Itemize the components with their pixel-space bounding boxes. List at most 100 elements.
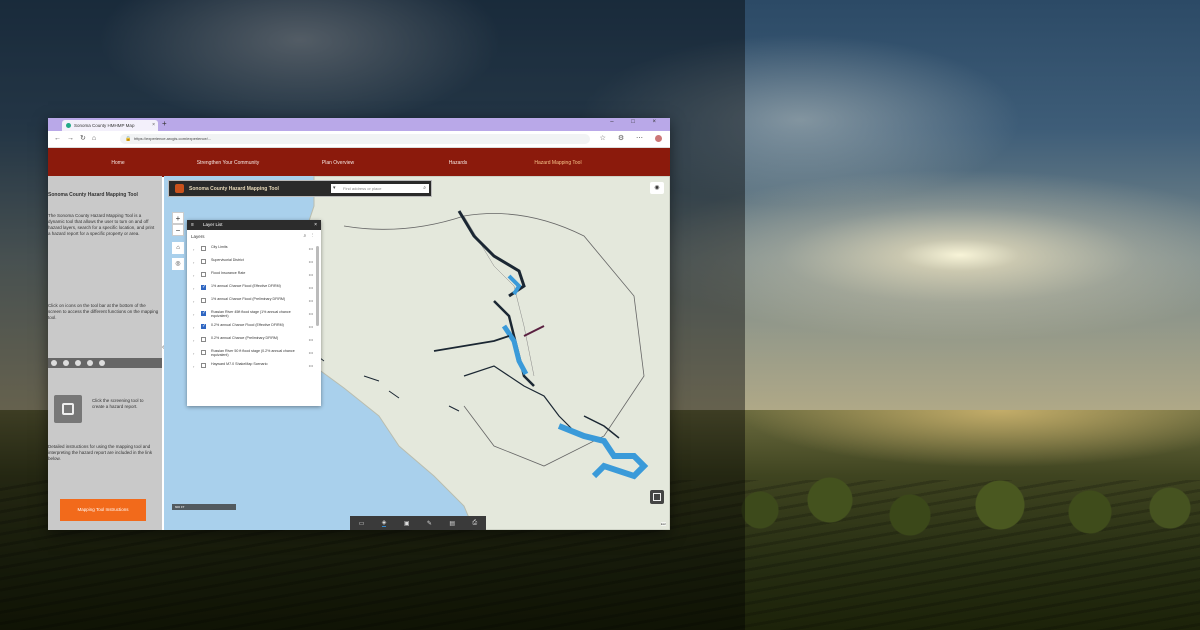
layer-checkbox[interactable] [201,323,206,329]
layer-name: 1% annual Chance Flood (Preliminary DFIR… [211,297,286,301]
window-controls[interactable]: – □ × [610,119,664,125]
nav-buttons[interactable]: ←→↻⌂ [54,134,102,142]
layer-options-icon[interactable]: ••• [309,285,313,290]
layer-options-icon[interactable]: ••• [309,311,313,316]
browser-toolbar-icons[interactable]: ☆ ⚙ ⋯ [600,134,662,142]
sidebar-toolbar-hint: Click on icons on the tool bar at the bo… [48,303,159,320]
browser-window: Sonoma County HMHMP Map × + – □ × ←→↻⌂ 🔒… [48,118,670,530]
nav-hazards[interactable]: Hazards [408,160,508,166]
search-icon[interactable]: ⌕ [423,184,426,193]
close-tab-icon[interactable]: × [152,120,155,131]
map-view[interactable]: Sonoma County Hazard Mapping Tool ▾ Find… [164,176,670,530]
layer-list-subheader: Layers ⌕ ⋮ [187,230,321,244]
layer-row[interactable]: › City Limits ••• [187,244,321,257]
layer-row[interactable]: › Supervisorial District ••• [187,257,321,270]
layer-name: Flood Insurance Rate [211,271,246,275]
favicon-icon [66,123,71,128]
home-icon[interactable]: ⌂ [172,242,184,254]
nav-strengthen-community[interactable]: Strengthen Your Community [188,160,268,166]
toolbar-legend-icon[interactable]: ▭ [359,520,365,527]
layer-checkbox[interactable] [201,246,206,251]
layer-options-icon[interactable]: ••• [309,350,313,355]
layer-row[interactable]: › 0.2% annual Chance Flood (Effective DFI… [187,322,321,335]
layer-list-panel: ≡ Layer List × Layers ⌕ ⋮ › City Limits ••… [187,220,321,406]
layer-list-scrollbar[interactable] [316,246,319,326]
toolbar-screening-icon[interactable]: ▣ [404,520,410,527]
close-icon[interactable]: × [314,220,317,230]
map-header: Sonoma County Hazard Mapping Tool ▾ Find… [168,180,432,197]
new-tab-button[interactable]: + [162,119,167,128]
nav-hazard-mapping-tool[interactable]: Hazard Mapping Tool [508,160,608,166]
layer-options-icon[interactable]: ••• [309,272,313,277]
page-content: Sonoma County Hazard Mapping Tool The So… [48,176,670,530]
mapping-tool-instructions-button[interactable]: Mapping Tool Instructions [60,499,146,521]
expand-chevron-icon[interactable]: › [193,299,194,304]
expand-chevron-icon[interactable]: › [193,338,194,343]
layers-label: Layers [191,234,205,239]
nav-home[interactable]: Home [48,160,188,166]
layer-list-title: Layer List [203,222,223,227]
locate-icon[interactable]: ◎ [172,258,184,270]
layer-row[interactable]: › 0.2% annual Chance (Preliminary DFIRM) •… [187,335,321,348]
sidebar-intro: The Sonoma County Hazard Mapping Tool is… [48,213,155,236]
layer-checkbox[interactable] [201,337,206,342]
layer-name: Hayward M7.0 ShakeMap Scenario [211,362,268,366]
profile-avatar[interactable] [655,134,662,142]
layer-options-icon[interactable]: ••• [309,337,313,342]
nav-plan-overview[interactable]: Plan Overview [268,160,408,166]
zoom-in-button[interactable]: + [172,212,184,224]
search-placeholder: Find address or place [343,186,382,191]
tab-bar: Sonoma County HMHMP Map × + – □ × [48,118,670,131]
toolbar-layers-icon[interactable]: ◈ [381,519,387,527]
layer-options-icon[interactable]: ••• [309,324,313,329]
search-dropdown-icon[interactable]: ▾ [333,184,336,193]
layer-checkbox[interactable] [201,284,206,290]
sidebar: Sonoma County Hazard Mapping Tool The So… [48,176,162,530]
site-navigation: Home Strengthen Your Community Plan Over… [48,148,670,177]
layer-checkbox[interactable] [201,310,206,316]
toolbar-measure-icon[interactable]: ▤ [449,520,455,527]
expand-chevron-icon[interactable]: › [193,351,194,356]
share-icon[interactable]: ◉ [650,182,664,194]
expand-chevron-icon[interactable]: › [193,325,194,330]
toolbar-print-icon[interactable]: ⎙ [472,520,477,527]
layer-row[interactable]: › Flood Insurance Rate ••• [187,270,321,283]
layer-name: Supervisorial District [211,258,244,262]
layer-checkbox[interactable] [201,259,206,264]
expand-chevron-icon[interactable]: › [193,273,194,278]
layer-name: Russian River 50 ft flood stage (0.2% an… [211,349,295,358]
layer-options-icon[interactable]: ••• [309,298,313,303]
layer-row[interactable]: › 1% annual Chance Flood (Effective DFIRM… [187,283,321,296]
layer-row[interactable]: › Russian River 50 ft flood stage (0.2% a… [187,348,321,361]
toolbar-draw-icon[interactable]: ✎ [427,520,432,527]
expand-chevron-icon[interactable]: › [193,260,194,265]
map-title: Sonoma County Hazard Mapping Tool [189,186,279,192]
address-bar-row: ←→↻⌂ 🔒 https://experience.arcgis.com/exp… [48,131,670,148]
layer-name: 1% annual Chance Flood (Effective DFIRM) [211,284,281,288]
layer-row[interactable]: › Russian River 45ft flood stage (1% annu… [187,309,321,322]
lock-icon: 🔒 [125,136,132,142]
layer-row[interactable]: › 1% annual Chance Flood (Preliminary DFI… [187,296,321,309]
layer-options-icon[interactable]: ••• [309,363,313,368]
screening-tool-icon [54,395,82,423]
url-field[interactable]: 🔒 https://experience.arcgis.com/experien… [120,134,590,144]
zoom-out-button[interactable]: − [172,224,184,236]
layer-list-tools[interactable]: ⌕ ⋮ [304,233,315,239]
county-logo [175,184,184,193]
layer-row[interactable]: › Hayward M7.0 ShakeMap Scenario ••• [187,361,321,374]
layer-checkbox[interactable] [201,363,206,368]
basemap-gallery-icon[interactable] [650,490,664,504]
layer-options-icon[interactable]: ••• [309,259,313,264]
layer-options-icon[interactable]: ••• [309,246,313,251]
expand-chevron-icon[interactable]: › [193,247,194,252]
layer-checkbox[interactable] [201,298,206,303]
layer-checkbox[interactable] [201,272,206,277]
expand-chevron-icon[interactable]: › [193,364,194,369]
expand-chevron-icon[interactable]: › [193,286,194,291]
expand-chevron-icon[interactable]: › [193,312,194,317]
search-input[interactable]: ▾ Find address or place ⌕ [331,184,429,193]
browser-tab[interactable]: Sonoma County HMHMP Map × [62,120,158,131]
layer-checkbox[interactable] [201,350,206,355]
layers-icon: ≡ [191,222,194,228]
layer-name: Russian River 45ft flood stage (1% annua… [211,310,291,319]
